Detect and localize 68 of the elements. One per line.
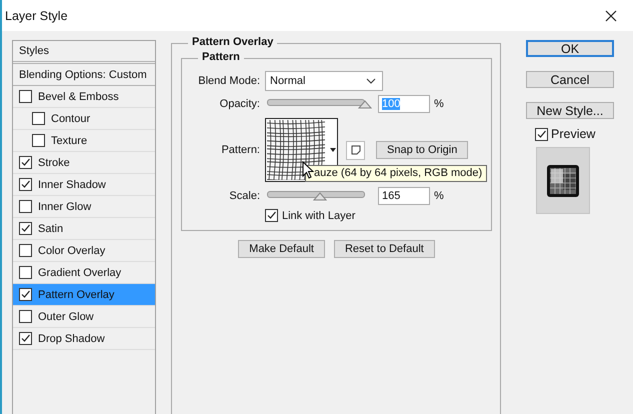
close-icon[interactable] — [605, 10, 617, 22]
effect-label: Pattern Overlay — [38, 288, 114, 300]
new-preset-button[interactable] — [346, 140, 365, 160]
group-title: Pattern — [198, 51, 244, 63]
effect-label: Drop Shadow — [38, 332, 105, 344]
unit-label: % — [434, 98, 444, 110]
dropdown-arrow-icon — [330, 148, 336, 152]
effect-item[interactable]: Inner Shadow — [13, 174, 155, 196]
checkbox[interactable] — [32, 134, 45, 147]
effect-item[interactable]: Texture — [13, 130, 155, 152]
checkbox[interactable] — [265, 209, 278, 222]
checkbox[interactable] — [19, 222, 32, 235]
page-icon — [350, 145, 360, 155]
dialog-button[interactable]: New Style... — [526, 102, 614, 119]
field-label: Scale: — [228, 190, 260, 202]
dialog-button[interactable]: Cancel — [526, 71, 614, 88]
checkbox[interactable] — [19, 332, 32, 345]
blend-mode-dropdown[interactable]: Normal — [265, 71, 383, 91]
checkbox[interactable] — [19, 178, 32, 191]
field-label: Pattern: — [220, 144, 260, 156]
effect-item[interactable]: Outer Glow — [13, 306, 155, 328]
effect-label: Satin — [38, 222, 64, 234]
effect-label: Stroke — [38, 156, 70, 168]
default-button[interactable]: Reset to Default — [334, 240, 435, 258]
default-button[interactable]: Make Default — [238, 240, 325, 258]
slider-thumb[interactable] — [312, 192, 327, 201]
unit-label: % — [434, 190, 444, 202]
list-header[interactable]: Styles — [13, 41, 155, 64]
checkbox[interactable] — [19, 200, 32, 213]
effect-label: Texture — [51, 134, 88, 146]
effect-item[interactable]: Inner Glow — [13, 196, 155, 218]
checkbox-label: Preview — [551, 127, 596, 141]
slider-thumb[interactable] — [358, 100, 372, 109]
textured-square-drawing — [546, 164, 580, 198]
effect-item[interactable]: Contour — [13, 108, 155, 130]
effect-label: Gradient Overlay — [38, 266, 122, 278]
list-header[interactable]: Blending Options: Custom — [13, 64, 155, 86]
section-title: Pattern Overlay — [188, 36, 278, 48]
checkbox[interactable] — [19, 266, 32, 279]
effect-label: Inner Shadow — [38, 178, 106, 190]
dialog-button[interactable]: OK — [526, 40, 614, 57]
effect-item[interactable]: Drop Shadow — [13, 328, 155, 350]
scale-input[interactable]: 165 — [378, 187, 430, 205]
checkbox[interactable] — [19, 156, 32, 169]
effect-label: Outer Glow — [38, 310, 94, 322]
effect-item[interactable]: Color Overlay — [13, 240, 155, 262]
checkbox-label: Link with Layer — [282, 210, 356, 222]
checkbox[interactable] — [19, 310, 32, 323]
checkbox[interactable] — [19, 244, 32, 257]
snap-to-origin-button[interactable]: Snap to Origin — [376, 141, 468, 159]
effect-label: Bevel & Emboss — [38, 90, 119, 102]
checkbox[interactable] — [32, 112, 45, 125]
checkbox[interactable] — [19, 288, 32, 301]
field-label: Opacity: — [218, 98, 260, 110]
tooltip: auze (64 by 64 pixels, RGB mode) — [305, 165, 488, 182]
effect-item[interactable]: Pattern Overlay — [13, 284, 155, 306]
chevron-icon — [366, 78, 376, 84]
checkbox[interactable] — [19, 90, 32, 103]
effect-label: Inner Glow — [38, 200, 92, 212]
effect-item[interactable]: Stroke — [13, 152, 155, 174]
effect-label: Contour — [51, 112, 90, 124]
effect-item[interactable]: Satin — [13, 218, 155, 240]
effect-label: Color Overlay — [38, 244, 106, 256]
window-title: Layer Style — [5, 8, 68, 22]
field-label: Blend Mode: — [197, 75, 260, 87]
cursor-icon — [302, 161, 314, 179]
effect-item[interactable]: Bevel & Emboss — [13, 86, 155, 108]
checkbox[interactable] — [535, 128, 548, 140]
